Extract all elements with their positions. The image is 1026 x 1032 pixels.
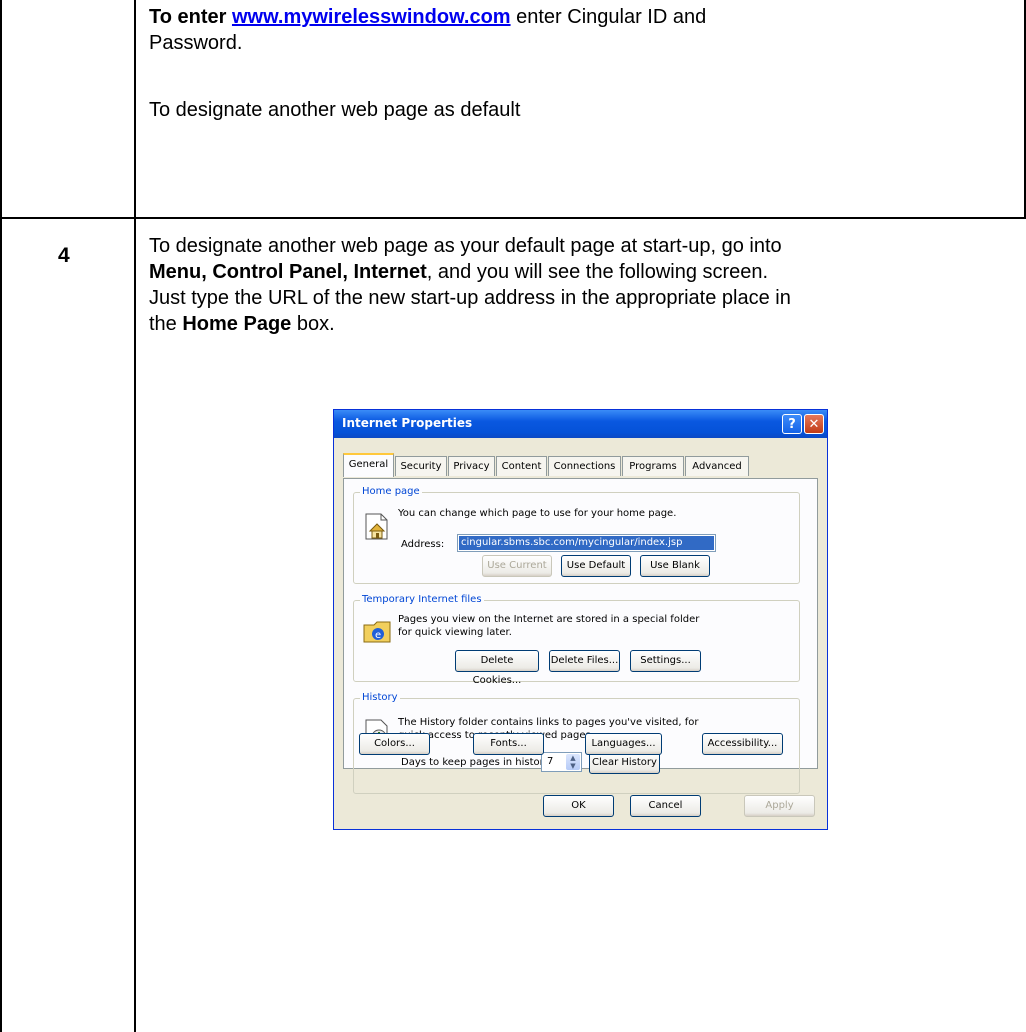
accessibility-button[interactable]: Accessibility... bbox=[702, 733, 783, 755]
tab-content[interactable]: Content bbox=[496, 456, 547, 476]
days-value: 7 bbox=[547, 756, 554, 767]
close-button[interactable]: ✕ bbox=[804, 414, 824, 434]
days-to-keep-label: Days to keep pages in history: bbox=[401, 757, 553, 768]
home-page-term: Home Page bbox=[182, 313, 292, 335]
row1-line1: To enter www.mywirelesswindow.com enter … bbox=[149, 4, 706, 30]
use-blank-button[interactable]: Use Blank bbox=[640, 555, 710, 577]
temp-files-group: Temporary Internet files e Pages you vie… bbox=[353, 594, 800, 686]
home-page-icon bbox=[365, 513, 388, 540]
row2-line4-pre: the bbox=[149, 313, 183, 335]
home-page-description: You can change which page to use for you… bbox=[398, 508, 677, 519]
delete-cookies-button[interactable]: Delete Cookies... bbox=[455, 650, 539, 686]
home-page-group: Home page You can change which page to u… bbox=[353, 486, 800, 584]
address-label: Address: bbox=[401, 539, 445, 550]
colors-button[interactable]: Colors... bbox=[359, 733, 430, 755]
row2-line4: the Home Page box. bbox=[149, 311, 335, 337]
internet-properties-dialog: Internet Properties ? ✕ General Security… bbox=[333, 409, 828, 830]
clear-history-button[interactable]: Clear History bbox=[589, 752, 660, 774]
tab-connections[interactable]: Connections bbox=[548, 456, 621, 476]
temp-files-icon: e bbox=[363, 621, 391, 643]
general-tab-page: Home page You can change which page to u… bbox=[343, 478, 818, 794]
address-field[interactable]: cingular.sbms.sbc.com/mycingular/index.j… bbox=[457, 534, 716, 552]
history-group-label: History bbox=[360, 692, 400, 703]
apply-button[interactable]: Apply bbox=[744, 795, 815, 817]
row2-line1: To designate another web page as your de… bbox=[149, 235, 782, 257]
menu-path: Menu, Control Panel, Internet bbox=[149, 261, 427, 283]
tab-advanced[interactable]: Advanced bbox=[685, 456, 749, 476]
tab-security[interactable]: Security bbox=[395, 456, 447, 476]
languages-button[interactable]: Languages... bbox=[585, 733, 662, 755]
cancel-button[interactable]: Cancel bbox=[630, 795, 701, 817]
use-default-button[interactable]: Use Default bbox=[561, 555, 631, 577]
dialog-titlebar[interactable]: Internet Properties ? ✕ bbox=[334, 410, 827, 438]
address-field-value: cingular.sbms.sbc.com/mycingular/index.j… bbox=[459, 536, 714, 550]
table-row-divider bbox=[0, 217, 1026, 219]
tab-programs[interactable]: Programs bbox=[622, 456, 684, 476]
use-current-button[interactable]: Use Current bbox=[482, 555, 552, 577]
table-left-border bbox=[0, 0, 2, 1032]
row1-bold-lead: To enter bbox=[149, 6, 232, 28]
row2-line2: Menu, Control Panel, Internet, and you w… bbox=[149, 259, 768, 285]
row1-line2: Password. bbox=[149, 32, 243, 54]
temp-files-description-2: for quick viewing later. bbox=[398, 627, 512, 638]
tab-general[interactable]: General bbox=[343, 453, 394, 477]
tab-privacy[interactable]: Privacy bbox=[448, 456, 495, 476]
settings-button[interactable]: Settings... bbox=[630, 650, 701, 672]
temp-files-group-label: Temporary Internet files bbox=[360, 594, 484, 605]
spinner-arrows-icon[interactable]: ▲ ▼ bbox=[566, 754, 580, 770]
dialog-title: Internet Properties bbox=[342, 416, 473, 430]
row2-line4-rest: box. bbox=[291, 313, 335, 335]
home-page-group-label: Home page bbox=[360, 486, 422, 497]
svg-text:e: e bbox=[375, 630, 381, 641]
step-number: 4 bbox=[58, 244, 70, 267]
mywirelesswindow-link[interactable]: www.mywirelesswindow.com bbox=[232, 6, 511, 28]
days-spinner[interactable]: 7 ▲ ▼ bbox=[541, 752, 582, 772]
row2-line2-rest: , and you will see the following screen. bbox=[426, 261, 769, 283]
row1-line1-rest: enter Cingular ID and bbox=[510, 6, 707, 28]
delete-files-button[interactable]: Delete Files... bbox=[549, 650, 620, 672]
row1-line3: To designate another web page as default bbox=[149, 99, 521, 121]
history-description-1: The History folder contains links to pag… bbox=[398, 717, 699, 728]
help-button[interactable]: ? bbox=[782, 414, 802, 434]
table-column-divider bbox=[134, 0, 136, 1032]
ok-button[interactable]: OK bbox=[543, 795, 614, 817]
fonts-button[interactable]: Fonts... bbox=[473, 733, 544, 755]
temp-files-description-1: Pages you view on the Internet are store… bbox=[398, 614, 700, 625]
row2-line3: Just type the URL of the new start-up ad… bbox=[149, 287, 791, 309]
